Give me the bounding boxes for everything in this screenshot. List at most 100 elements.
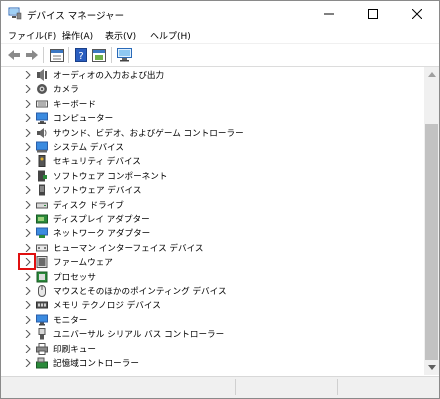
device-category-label: プロセッサ xyxy=(53,272,96,283)
device-category-row[interactable]: マウスとそのほかのポインティング デバイス xyxy=(3,284,422,298)
security-icon xyxy=(36,155,48,168)
device-category-row[interactable]: システム デバイス xyxy=(3,140,422,154)
monitor-icon xyxy=(36,314,48,326)
expand-toggle[interactable] xyxy=(21,226,35,240)
software-device-icon xyxy=(36,184,48,196)
properties-alt-button[interactable] xyxy=(90,47,107,63)
device-category-row[interactable]: ヒューマン インターフェイス デバイス xyxy=(3,241,422,255)
chevron-right-icon xyxy=(25,171,31,180)
device-category-row[interactable]: ユニバーサル シリアル バス コントローラー xyxy=(3,327,422,341)
toolbar-separator xyxy=(111,47,112,63)
device-category-row[interactable]: ネットワーク アダプター xyxy=(3,226,422,240)
expand-toggle[interactable] xyxy=(21,356,35,370)
device-category-row[interactable]: サウンド、ビデオ、およびゲーム コントローラー xyxy=(3,126,422,140)
forward-button[interactable] xyxy=(23,47,40,63)
forward-icon xyxy=(25,50,38,60)
firmware-icon xyxy=(36,256,48,269)
device-category-row[interactable]: オーディオの入力および出力 xyxy=(3,68,422,82)
maximize-button[interactable] xyxy=(351,1,395,27)
close-icon xyxy=(412,9,422,19)
device-category-row[interactable]: プロセッサ xyxy=(3,270,422,284)
status-bar xyxy=(1,376,439,398)
chevron-right-icon xyxy=(25,258,31,267)
menu-action[interactable]: 操作(A) xyxy=(62,29,93,42)
minimize-button[interactable] xyxy=(307,1,351,27)
back-button[interactable] xyxy=(5,47,22,63)
device-category-row[interactable]: 記憶域コントローラー xyxy=(3,356,422,370)
usb-icon xyxy=(36,328,48,340)
expand-toggle[interactable] xyxy=(21,255,35,269)
device-category-label: 印刷キュー xyxy=(53,344,96,355)
expand-toggle[interactable] xyxy=(21,327,35,341)
status-pane xyxy=(237,379,338,395)
device-category-label: カメラ xyxy=(53,85,79,96)
scroll-down-icon xyxy=(427,365,436,370)
status-pane xyxy=(1,379,236,395)
device-category-label: サウンド、ビデオ、およびゲーム コントローラー xyxy=(53,128,244,139)
device-category-label: ディスク ドライブ xyxy=(53,200,124,211)
device-category-row[interactable]: ソフトウェア デバイス xyxy=(3,183,422,197)
vertical-scrollbar[interactable] xyxy=(424,67,439,375)
device-manager-app-icon xyxy=(8,7,22,20)
mouse-icon xyxy=(36,285,48,297)
properties-icon xyxy=(49,48,64,62)
properties-button[interactable] xyxy=(48,47,65,63)
expand-toggle[interactable] xyxy=(21,183,35,197)
device-category-label: ディスプレイ アダプター xyxy=(53,215,150,225)
expand-toggle[interactable] xyxy=(21,212,35,226)
expand-toggle[interactable] xyxy=(21,342,35,356)
chevron-right-icon xyxy=(25,287,31,295)
device-category-label: オーディオの入力および出力 xyxy=(53,71,165,81)
printer-icon xyxy=(36,342,48,355)
expand-toggle[interactable] xyxy=(21,126,35,140)
scroll-thumb[interactable] xyxy=(425,124,438,360)
device-category-row[interactable]: ディスク ドライブ xyxy=(3,198,422,212)
chevron-right-icon xyxy=(25,215,31,223)
scan-hardware-button[interactable] xyxy=(116,47,133,63)
scroll-up-button[interactable] xyxy=(424,67,439,82)
device-category-label: ファームウェア xyxy=(53,258,113,269)
network-icon xyxy=(36,227,48,239)
chevron-right-icon xyxy=(25,243,31,252)
chevron-right-icon xyxy=(25,359,31,367)
expand-toggle[interactable] xyxy=(21,298,35,312)
properties-alt-icon xyxy=(91,48,106,62)
device-category-row[interactable]: セキュリティ デバイス xyxy=(3,154,422,168)
chevron-right-icon xyxy=(25,186,31,195)
expand-toggle[interactable] xyxy=(21,313,35,327)
title-bar: デバイス マネージャー xyxy=(1,1,439,27)
menu-help[interactable]: ヘルプ(H) xyxy=(150,29,191,42)
expand-toggle[interactable] xyxy=(21,140,35,154)
device-category-row[interactable]: ソフトウェア コンポーネント xyxy=(3,169,422,183)
device-category-row[interactable]: メモリ テクノロジ デバイス xyxy=(3,298,422,312)
device-category-row[interactable]: コンピューター xyxy=(3,111,422,125)
menu-file[interactable]: ファイル(F) xyxy=(8,29,56,42)
scroll-down-button[interactable] xyxy=(424,360,439,375)
device-category-label: モニター xyxy=(53,315,88,326)
device-category-row[interactable]: ファームウェア xyxy=(3,253,422,271)
menu-view[interactable]: 表示(V) xyxy=(105,29,136,42)
help-button[interactable]: ? xyxy=(72,47,89,63)
expand-toggle[interactable] xyxy=(21,68,35,82)
minimize-icon xyxy=(324,13,334,15)
device-category-row[interactable]: モニター xyxy=(3,313,422,327)
hid-icon xyxy=(36,242,48,254)
device-category-row[interactable]: ディスプレイ アダプター xyxy=(3,212,422,226)
audio-icon xyxy=(36,69,48,81)
svg-text:?: ? xyxy=(78,51,83,62)
device-category-row[interactable]: カメラ xyxy=(3,82,422,96)
expand-toggle[interactable] xyxy=(21,169,35,183)
expand-toggle[interactable] xyxy=(21,82,35,96)
monitor-scan-icon xyxy=(117,48,132,62)
expand-toggle[interactable] xyxy=(21,97,35,111)
expand-toggle[interactable] xyxy=(21,198,35,212)
device-category-row[interactable]: キーボード xyxy=(3,97,422,111)
close-button[interactable] xyxy=(395,1,439,27)
expand-toggle[interactable] xyxy=(21,154,35,168)
device-category-label: メモリ テクノロジ デバイス xyxy=(53,301,161,312)
device-category-row[interactable]: 印刷キュー xyxy=(3,342,422,356)
toolbar-separator xyxy=(68,47,69,63)
expand-toggle[interactable] xyxy=(21,284,35,298)
expand-toggle[interactable] xyxy=(21,111,35,125)
expand-toggle[interactable] xyxy=(21,270,35,284)
